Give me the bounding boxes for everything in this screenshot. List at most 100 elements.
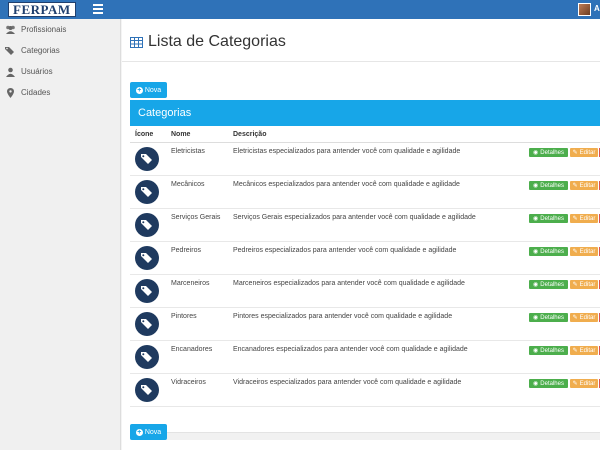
eye-icon: ◉ [533,315,539,321]
tag-icon [135,180,159,204]
details-label: Detalhes [540,281,564,288]
page-title: Lista de Categorias [130,33,286,51]
details-button[interactable]: ◉ Detalhes [529,148,568,157]
edit-label: Editar [579,182,596,189]
user-avatar[interactable] [578,3,591,16]
table-row: Eletricistas Eletricistas especializados … [130,143,600,176]
eye-icon: ◉ [533,183,539,189]
top-navbar: FERPAM Ar [0,0,600,19]
edit-label: Editar [579,380,596,387]
edit-button[interactable]: ✎ Editar [570,214,598,223]
column-header-descricao: Descrição [233,131,267,138]
category-name: Pintores [171,313,197,320]
tags-icon [5,45,16,56]
horizontal-scrollbar[interactable]: ◂ [130,432,600,440]
edit-button[interactable]: ✎ Editar [570,280,598,289]
pencil-icon: ✎ [572,282,578,288]
user-name[interactable]: Ar [594,4,600,13]
user-icon [5,66,16,77]
pencil-icon: ✎ [572,249,578,255]
edit-button[interactable]: ✎ Editar [570,148,598,157]
pencil-icon: ✎ [572,183,578,189]
category-description: Serviços Gerais especializados para ante… [233,214,476,221]
category-name: Pedreiros [171,247,201,254]
main-content: Lista de Categorias + Nova Categorias Íc… [122,19,600,450]
details-label: Detalhes [540,380,564,387]
eye-icon: ◉ [533,282,539,288]
plus-icon: + [135,86,143,94]
pencil-icon: ✎ [572,381,578,387]
sidebar-item-categorias[interactable]: Categorias [0,40,120,61]
eye-icon: ◉ [533,348,539,354]
details-button[interactable]: ◉ Detalhes [529,181,568,190]
category-description: Mecânicos especializados para antender v… [233,181,460,188]
sidebar-item-label: Profissionais [21,25,67,34]
details-button[interactable]: ◉ Detalhes [529,247,568,256]
tag-icon [135,312,159,336]
details-button[interactable]: ◉ Detalhes [529,346,568,355]
plus-icon: + [135,428,143,436]
eye-icon: ◉ [533,381,539,387]
sidebar-item-profissionais[interactable]: Profissionais [0,19,120,40]
category-name: Serviços Gerais [171,214,221,221]
category-name: Marceneiros [171,280,210,287]
details-label: Detalhes [540,149,564,156]
divider [122,61,600,62]
edit-label: Editar [579,149,596,156]
pencil-icon: ✎ [572,216,578,222]
panel-title: Categorias [130,100,600,126]
sidebar-item-label: Cidades [21,88,51,97]
sidebar-item-cidades[interactable]: Cidades [0,82,120,103]
edit-label: Editar [579,248,596,255]
eye-icon: ◉ [533,249,539,255]
tag-icon [135,279,159,303]
category-description: Eletricistas especializados para antende… [233,148,461,155]
map-marker-icon [5,87,16,98]
details-label: Detalhes [540,314,564,321]
details-button[interactable]: ◉ Detalhes [529,214,568,223]
tag-icon [135,345,159,369]
tag-icon [135,246,159,270]
table-row: Pintores Pintores especializados para ant… [130,308,600,341]
tag-icon [135,213,159,237]
edit-button[interactable]: ✎ Editar [570,346,598,355]
table-row: Marceneiros Marceneiros especializados pa… [130,275,600,308]
details-button[interactable]: ◉ Detalhes [529,313,568,322]
new-category-button-bottom[interactable]: + Nova [130,424,167,440]
sidebar-item-label: Usuários [21,67,53,76]
pencil-icon: ✎ [572,150,578,156]
edit-button[interactable]: ✎ Editar [570,313,598,322]
table-row: Vidraceiros Vidraceiros especializados pa… [130,374,600,407]
new-button-label: Nova [144,86,162,94]
new-button-label: Nova [144,428,162,436]
brand-logo[interactable]: FERPAM [8,2,76,17]
details-button[interactable]: ◉ Detalhes [529,280,568,289]
details-button[interactable]: ◉ Detalhes [529,379,568,388]
menu-toggle-icon[interactable] [93,4,103,14]
category-name: Eletricistas [171,148,205,155]
pencil-icon: ✎ [572,315,578,321]
page-title-text: Lista de Categorias [148,33,286,50]
details-label: Detalhes [540,248,564,255]
category-description: Pintores especializados para antender vo… [233,313,453,320]
users-icon [5,24,16,35]
sidebar-item-usuarios[interactable]: Usuários [0,61,120,82]
category-name: Mecânicos [171,181,205,188]
edit-button[interactable]: ✎ Editar [570,181,598,190]
new-category-button[interactable]: + Nova [130,82,167,98]
categories-panel: Categorias Ícone Nome Descrição Eletrici… [130,100,600,439]
edit-button[interactable]: ✎ Editar [570,247,598,256]
edit-button[interactable]: ✎ Editar [570,379,598,388]
table-row: Mecânicos Mecânicos especializados para a… [130,176,600,209]
sidebar-item-label: Categorias [21,46,60,55]
category-description: Pedreiros especializados para antender v… [233,247,457,254]
sidebar: Profissionais Categorias Usuários Cidade… [0,19,121,450]
eye-icon: ◉ [533,150,539,156]
table-row: Encanadores Encanadores especializados pa… [130,341,600,374]
table-icon [130,36,143,48]
column-header-icone: Ícone [135,131,154,138]
details-label: Detalhes [540,182,564,189]
category-description: Encanadores especializados para antender… [233,346,468,353]
column-header-nome: Nome [171,131,191,138]
tag-icon [135,147,159,171]
